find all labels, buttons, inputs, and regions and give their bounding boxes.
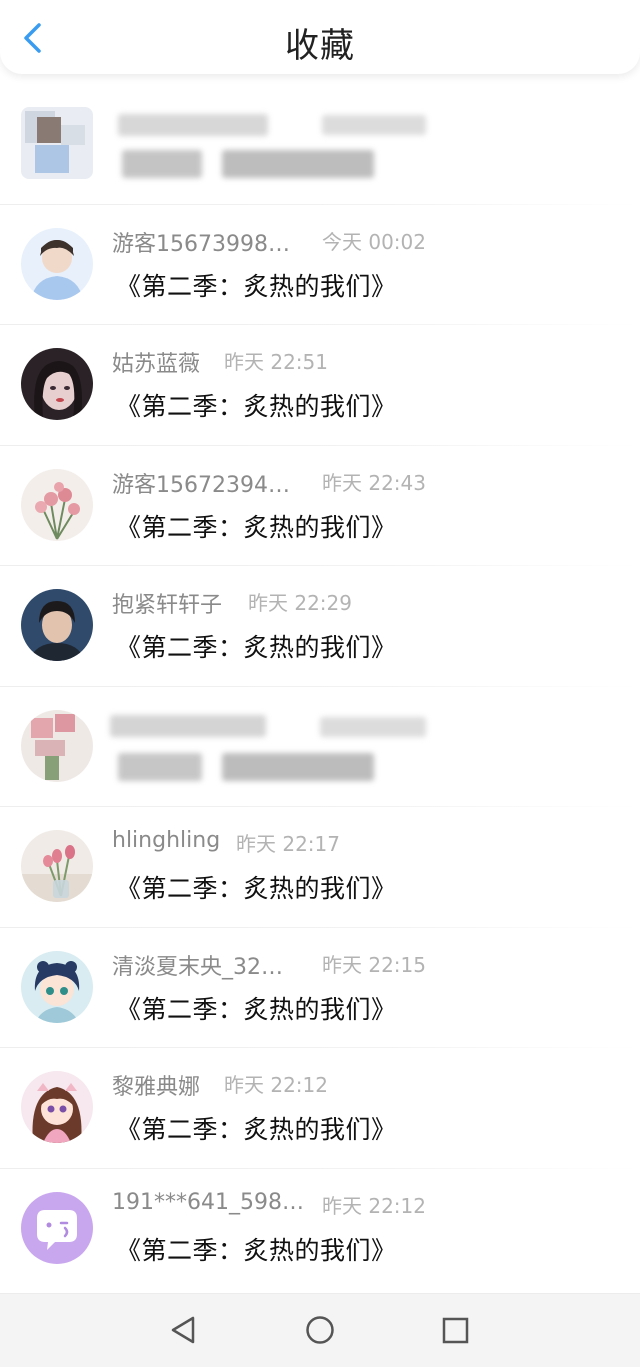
nav-back-button[interactable]: [161, 1308, 205, 1352]
favorite-title: 《第二季：炙热的我们》: [116, 271, 397, 301]
favorite-title: 《第二季：炙热的我们》: [116, 874, 397, 903]
user-name: 游客15673998…: [112, 231, 290, 257]
user-name: 191***641_598…: [112, 1189, 304, 1215]
list-item[interactable]: 191***641_598… 昨天 22:12 《第二季：炙热的我们》: [0, 1169, 640, 1290]
chat-bubble-avatar: [21, 1191, 93, 1264]
top-bar: 收藏: [0, 0, 640, 74]
favorite-title: 《第二季：炙热的我们》: [116, 633, 397, 662]
triangle-back-icon: [171, 1316, 195, 1344]
system-nav-bar: [0, 1293, 640, 1367]
timestamp: 昨天 22:17: [236, 832, 340, 856]
page-title: 收藏: [285, 26, 355, 66]
list-item[interactable]: hlinghling 昨天 22:17 《第二季：炙热的我们》: [0, 807, 640, 928]
boy-portrait-avatar: [21, 227, 93, 300]
nav-home-button[interactable]: [298, 1308, 342, 1352]
user-name: 清淡夏末央_32…: [112, 954, 283, 980]
timestamp: 昨天 22:15: [322, 952, 426, 977]
timestamp: 今天 00:02: [322, 229, 426, 254]
list-item[interactable]: 清淡夏末央_32… 昨天 22:15 《第二季：炙热的我们》: [0, 928, 640, 1048]
user-name: 游客15672394…: [112, 472, 290, 498]
favorite-title: 《第二季：炙热的我们》: [116, 512, 397, 542]
list-item[interactable]: 抱紧轩轩子 昨天 22:29 《第二季：炙热的我们》: [0, 566, 640, 687]
favorite-title: 《第二季：炙热的我们》: [116, 994, 397, 1024]
timestamp: 昨天 22:51: [224, 350, 328, 374]
list-item[interactable]: 游客15672394… 昨天 22:43 《第二季：炙热的我们》: [0, 446, 640, 566]
list-item[interactable]: 姑苏蓝薇 昨天 22:51 《第二季：炙热的我们》: [0, 325, 640, 446]
timestamp: 昨天 22:43: [322, 470, 426, 495]
list-item[interactable]: [0, 84, 640, 205]
cartoon-girl-avatar: [21, 1071, 93, 1143]
anime-girl-avatar: [21, 950, 93, 1023]
timestamp: 昨天 22:12: [224, 1073, 328, 1097]
user-name: 黎雅典娜: [112, 1075, 201, 1100]
list-item[interactable]: 游客15673998… 今天 00:02 《第二季：炙热的我们》: [0, 205, 640, 325]
blurred-content: [0, 84, 640, 205]
square-recents-icon: [442, 1317, 469, 1344]
pink-flowers-avatar: [21, 468, 93, 541]
favorite-title: 《第二季：炙热的我们》: [116, 1235, 397, 1265]
blurred-content: [0, 687, 640, 808]
user-name: 姑苏蓝薇: [112, 352, 201, 377]
young-man-portrait-avatar: [21, 589, 93, 661]
user-name: hlinghling: [112, 828, 221, 853]
tulip-vase-avatar: [21, 830, 93, 902]
list-item[interactable]: [0, 687, 640, 808]
nav-recents-button[interactable]: [433, 1308, 477, 1352]
timestamp: 昨天 22:12: [322, 1193, 426, 1218]
circle-home-icon: [306, 1316, 334, 1344]
favorite-title: 《第二季：炙热的我们》: [116, 1115, 397, 1144]
user-name: 抱紧轩轩子: [112, 593, 223, 618]
favorite-title: 《第二季：炙热的我们》: [116, 392, 397, 421]
favorites-list: 游客15673998… 今天 00:02 《第二季：炙热的我们》 姑苏蓝薇 昨天…: [0, 84, 640, 1289]
girl-portrait-avatar: [21, 348, 93, 420]
timestamp: 昨天 22:29: [248, 591, 352, 615]
list-item[interactable]: 黎雅典娜 昨天 22:12 《第二季：炙热的我们》: [0, 1048, 640, 1169]
